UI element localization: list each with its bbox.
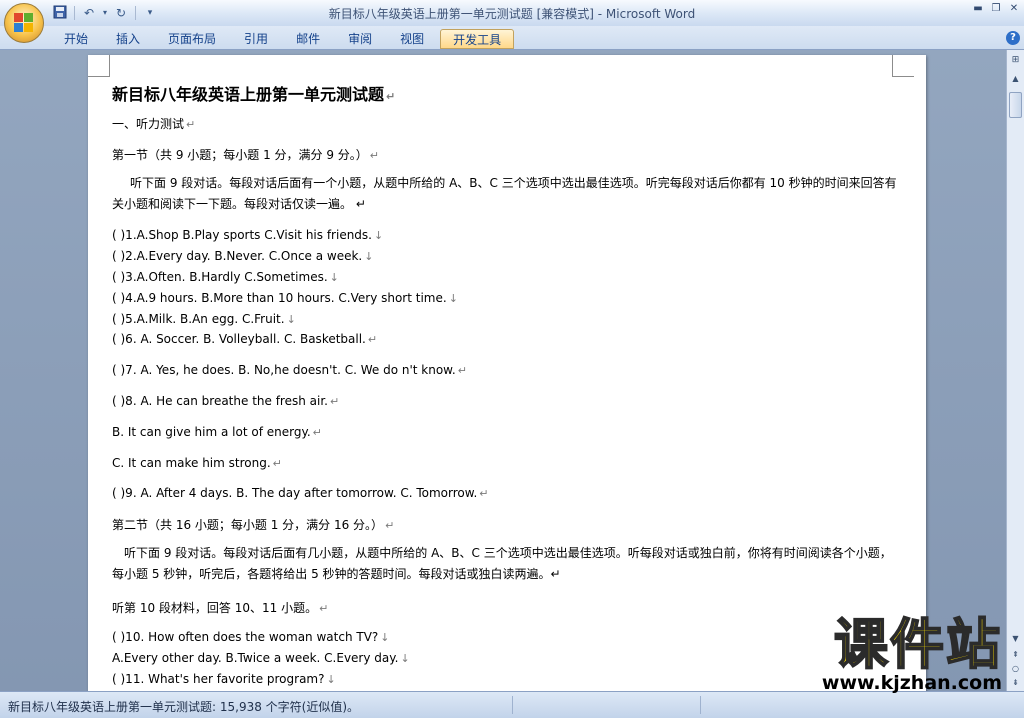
watermark-url: www.kjzhan.com [821,672,1002,694]
tab-insert[interactable]: 插入 [104,29,152,49]
question-line: A.Every other day. B.Twice a week. C.Eve… [112,651,410,665]
paragraph-mark-icon: ↵ [272,457,282,470]
line-break-icon: ↓ [364,250,374,263]
line-break-icon: ↓ [326,673,336,686]
margin-corner-top-left [88,55,110,77]
status-separator [512,696,513,714]
office-button-icon [14,13,34,33]
help-icon[interactable]: ? [1006,31,1020,45]
window-title: 新目标八年级英语上册第一单元测试题 [兼容模式] - Microsoft Wor… [328,7,696,21]
minimize-icon[interactable]: ▬ [972,3,984,15]
part-header: 第一节（共 9 小题；每小题 1 分，满分 9 分。） ↵ [112,148,380,162]
paragraph-mark-icon: ↵ [186,118,196,131]
tab-page-layout[interactable]: 页面布局 [156,29,228,49]
status-word-count[interactable]: 新目标八年级英语上册第一单元测试题: 15,938 个字符(近似值)。 [8,698,359,715]
scroll-down-icon[interactable]: ▼ [1009,632,1022,645]
instructions-paragraph: 听下面 9 段对话。每段对话后面有几小题，从题中所给的 A、B、C 三个选项中选… [112,546,892,581]
line-break-icon: ↓ [448,292,458,305]
material-line: 听第 10 段材料，回答 10、11 小题。 ↵ [112,601,329,615]
paragraph-mark-icon: ↵ [367,333,378,346]
paragraph-mark-icon: ↵ [550,567,561,581]
select-browse-icon[interactable]: ○ [1009,662,1022,675]
line-break-icon: ↓ [400,652,410,665]
status-separator [700,696,701,714]
restore-icon[interactable]: ❐ [990,3,1002,15]
paragraph-mark-icon: ↵ [457,364,467,377]
ruler-toggle-icon[interactable]: ⊞ [1009,54,1022,67]
document-workspace: 新目标八年级英语上册第一单元测试题 ↵ 一、听力测试 ↵ 第一节（共 9 小题；每小… [0,50,1006,691]
question-line: B. It can give him a lot of energy. ↵ [112,425,322,439]
tab-mailings[interactable]: 邮件 [284,29,332,49]
tab-developer[interactable]: 开发工具 [440,29,515,49]
document-title: 新目标八年级英语上册第一单元测试题 ↵ [112,85,396,104]
question-line: ( )11. What's her favorite program? ↓ [112,672,336,686]
scroll-thumb[interactable] [1009,92,1022,118]
next-page-icon[interactable]: ⇟ [1009,676,1022,689]
tab-review[interactable]: 审阅 [336,29,384,49]
paragraph-mark-icon: ↵ [386,90,396,103]
tab-view[interactable]: 视图 [388,29,436,49]
question-line: ( )6. A. Soccer. B. Volleyball. C. Baske… [112,332,378,346]
line-break-icon: ↓ [329,271,339,284]
line-break-icon: ↓ [286,313,296,326]
question-line: ( )7. A. Yes, he does. B. No,he doesn't.… [112,363,467,377]
part-header: 第二节（共 16 小题；每小题 1 分，满分 16 分。） ↵ [112,518,395,532]
ribbon-tab-bar: 开始 插入 页面布局 引用 邮件 审阅 视图 开发工具 ? [0,26,1024,50]
tab-references[interactable]: 引用 [232,29,280,49]
scroll-up-icon[interactable]: ▲ [1009,72,1022,85]
paragraph-mark-icon: ↵ [385,519,395,532]
document-page[interactable]: 新目标八年级英语上册第一单元测试题 ↵ 一、听力测试 ↵ 第一节（共 9 小题；每小… [88,55,926,691]
title-bar: ↶ ▾ ↻ ▾ 新目标八年级英语上册第一单元测试题 [兼容模式] - Micro… [0,0,1024,43]
question-line: ( )10. How often does the woman watch TV… [112,630,390,644]
close-icon[interactable]: ✕ [1008,3,1020,15]
section-heading: 一、听力测试 ↵ [112,117,196,131]
paragraph-mark-icon: ↵ [312,426,322,439]
line-break-icon: ↓ [374,229,384,242]
window-controls: ▬ ❐ ✕ [972,3,1020,15]
status-bar: 新目标八年级英语上册第一单元测试题: 15,938 个字符(近似值)。 [0,691,1024,718]
vertical-scrollbar[interactable]: ⊞ ▲ ▼ ⇞ ○ ⇟ [1006,50,1024,691]
question-line: ( )8. A. He can breathe the fresh air. ↵ [112,394,340,408]
question-line: ( )1.A.Shop B.Play sports C.Visit his fr… [112,228,384,242]
paragraph-mark-icon: ↵ [329,395,340,408]
line-break-icon: ↓ [380,631,390,644]
question-line: ( )9. A. After 4 days. B. The day after … [112,486,489,500]
question-line: ( )3.A.Often. B.Hardly C.Sometimes. ↓ [112,270,339,284]
office-button[interactable] [4,3,44,43]
question-line: ( )2.A.Every day. B.Never. C.Once a week… [112,249,374,263]
paragraph-mark-icon: ↵ [369,149,380,162]
question-line: C. It can make him strong. ↵ [112,456,282,470]
watermark-logo-text: 课件站 [833,613,1002,676]
tab-home[interactable]: 开始 [52,29,100,49]
instructions-paragraph: 听下面 9 段对话。每段对话后面有一个小题，从题中所给的 A、B、C 三个选项中… [112,176,897,211]
site-watermark: 课件站 www.kjzhan.com [772,613,1002,695]
paragraph-mark-icon: ↵ [352,197,366,211]
paragraph-mark-icon: ↵ [319,602,329,615]
question-line: ( )5.A.Milk. B.An egg. C.Fruit. ↓ [112,312,296,326]
margin-corner-top-right [892,55,914,77]
question-line: ( )4.A.9 hours. B.More than 10 hours. C.… [112,291,458,305]
prev-page-icon[interactable]: ⇞ [1009,648,1022,661]
paragraph-mark-icon: ↵ [479,487,489,500]
